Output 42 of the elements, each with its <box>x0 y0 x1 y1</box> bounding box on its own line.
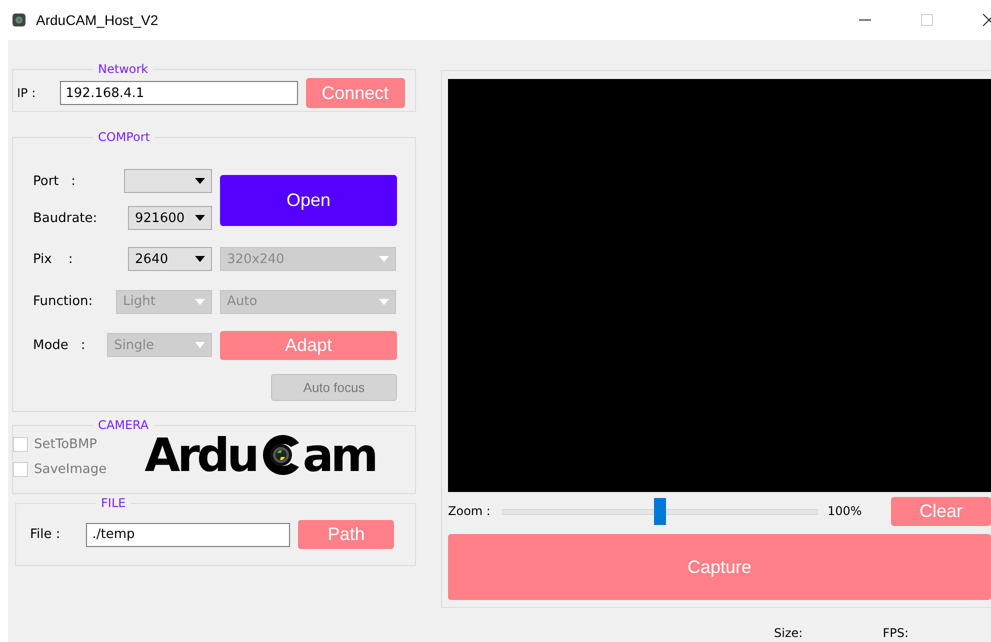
window-title: ArduCAM_Host_V2 <box>36 12 158 28</box>
field-label: Mode : <box>33 338 86 352</box>
fps-label: FPS: <box>882 626 908 640</box>
capture-button[interactable]: Capture <box>448 534 991 600</box>
ip-label: IP : <box>17 86 36 100</box>
zoom-slider[interactable] <box>502 498 818 524</box>
caret-icon <box>195 256 205 262</box>
checkbox[interactable] <box>13 462 28 477</box>
file-label: File : <box>30 527 60 542</box>
ip-field[interactable]: 192.168.4.1 <box>60 81 298 105</box>
logo-text: am <box>302 432 376 478</box>
field-label: Function: <box>33 294 93 309</box>
adapt-button[interactable]: Adapt <box>220 330 397 360</box>
zoom-value: 100% <box>827 504 862 518</box>
caret-icon <box>379 256 389 262</box>
dropdown[interactable]: 921600 <box>128 206 212 230</box>
logo-text: Ardu <box>144 432 257 478</box>
caret-icon <box>195 298 205 304</box>
open-button[interactable]: Open <box>220 174 397 226</box>
checkbox[interactable] <box>13 437 28 452</box>
group-title: COMPort <box>97 130 151 144</box>
dropdown[interactable]: 2640 <box>128 247 212 271</box>
group-title: Network <box>97 62 150 76</box>
caret-icon <box>195 215 205 221</box>
clear-button[interactable]: Clear <box>891 496 991 526</box>
group-title: FILE <box>100 496 127 510</box>
field-label: Baudrate: <box>33 210 98 226</box>
caret-icon <box>195 178 205 184</box>
checkbox-label: SaveImage <box>34 462 107 477</box>
path-field[interactable]: ./temp <box>86 522 290 546</box>
path-button[interactable]: Path <box>298 520 394 549</box>
caret-icon <box>379 298 389 304</box>
app-icon <box>12 13 26 27</box>
checkbox-label: SetToBMP <box>34 437 98 452</box>
connect-button[interactable]: Connect <box>306 78 405 108</box>
field-label: Pix : <box>33 252 73 266</box>
size-label: Size: <box>774 626 803 640</box>
group-title: CAMERA <box>97 418 150 432</box>
zoom-label: Zoom : <box>448 504 490 518</box>
caret-icon <box>195 342 205 348</box>
field-label: Port : <box>33 174 76 188</box>
slider-thumb[interactable] <box>654 498 666 524</box>
